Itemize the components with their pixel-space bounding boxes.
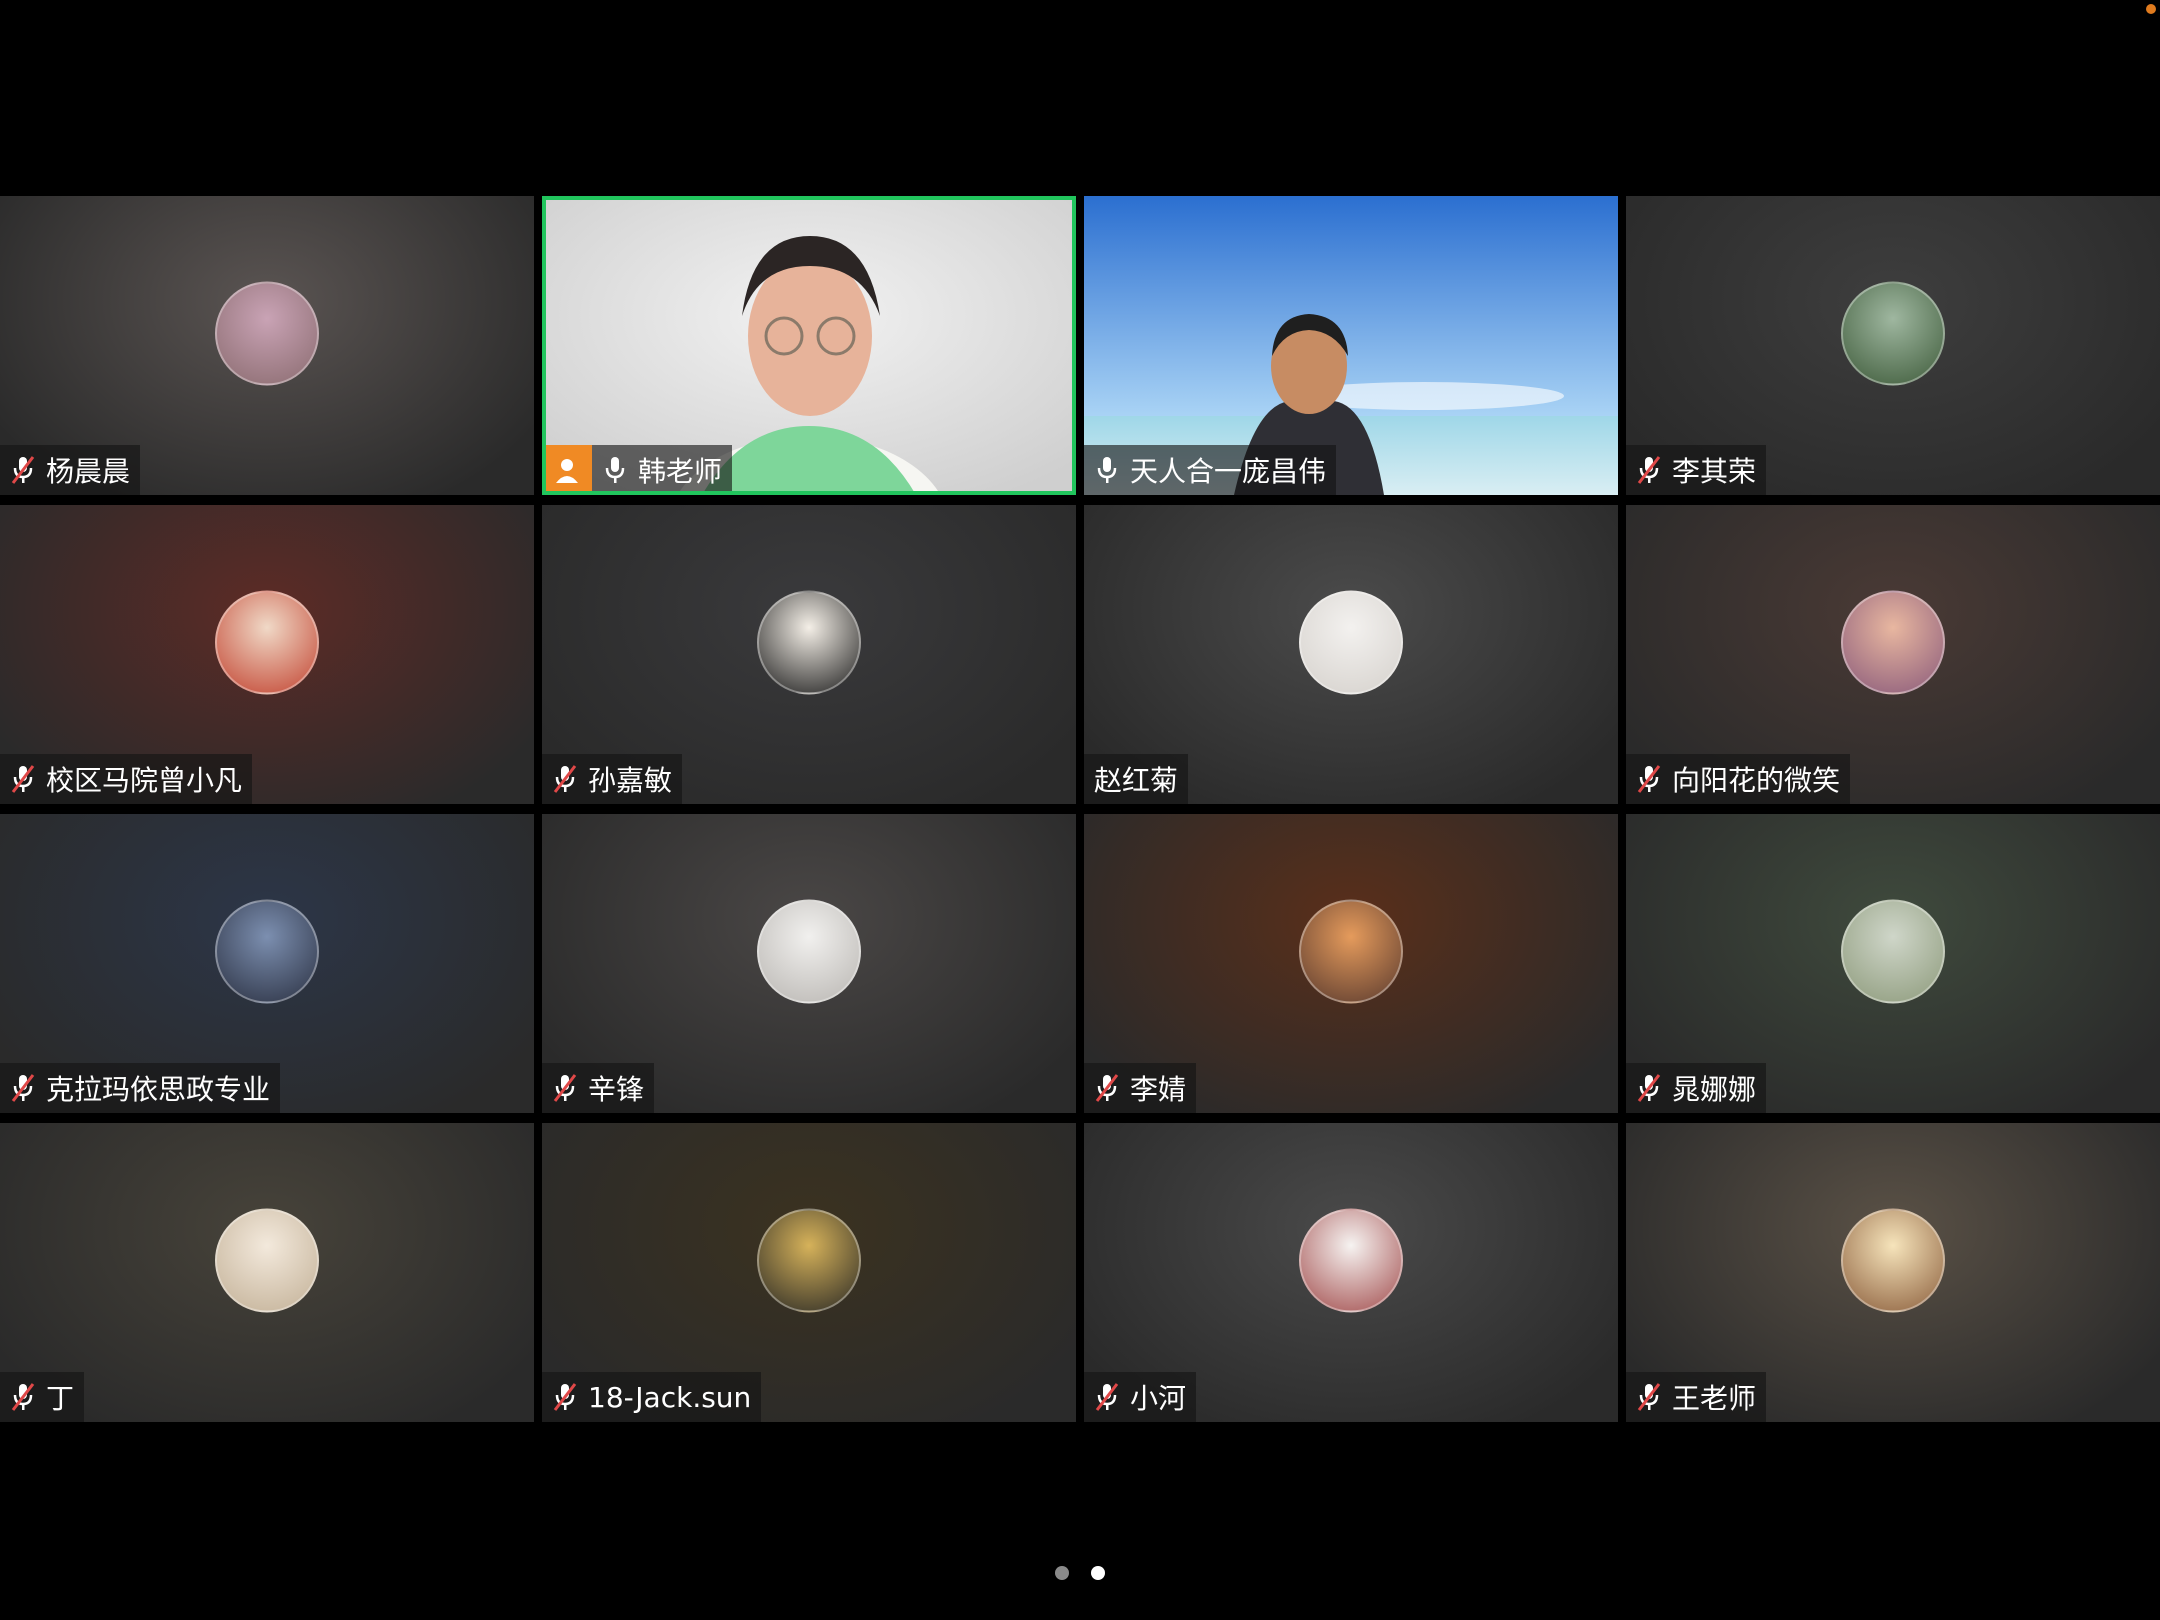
name-tag: 杨晨晨: [0, 445, 141, 495]
avatar: [215, 281, 319, 386]
participant-name: 向阳花的微笑: [1672, 764, 1841, 797]
participant-name: 克拉玛依思政专业: [46, 1073, 271, 1106]
participant-tile[interactable]: 18-Jack.sun: [542, 1123, 1076, 1422]
name-tag: 王老师: [1626, 1372, 1767, 1422]
participant-name: 李婧: [1130, 1073, 1187, 1106]
participant-tile[interactable]: 李其荣: [1626, 196, 2160, 495]
mic-muted-icon: [10, 455, 36, 485]
participant-tile-active-speaker[interactable]: 韩老师: [542, 196, 1076, 495]
page-dot-1[interactable]: [1055, 1566, 1069, 1580]
name-tag: 孙嘉敏: [542, 754, 683, 804]
page-indicator: [1055, 1566, 1105, 1580]
mic-muted-icon: [1636, 1382, 1662, 1412]
name-tag: 校区马院曾小凡: [0, 754, 253, 804]
participant-tile[interactable]: 晁娜娜: [1626, 814, 2160, 1113]
name-tag: 李婧: [1084, 1063, 1197, 1113]
name-tag: 向阳花的微笑: [1626, 754, 1851, 804]
avatar: [1841, 590, 1945, 695]
mic-muted-icon: [552, 1073, 578, 1103]
status-indicator-dot: [2146, 4, 2156, 14]
participant-tile[interactable]: 向阳花的微笑: [1626, 505, 2160, 804]
mic-muted-icon: [1094, 1382, 1120, 1412]
name-tag: 李其荣: [1626, 445, 1767, 495]
participant-tile-video[interactable]: 天人合一庞昌伟: [1084, 196, 1618, 495]
participant-name: 孙嘉敏: [588, 764, 673, 797]
mic-on-icon: [1094, 455, 1120, 485]
mic-muted-icon: [1636, 764, 1662, 794]
participant-tile[interactable]: 王老师: [1626, 1123, 2160, 1422]
mic-muted-icon: [552, 764, 578, 794]
participant-name: 小河: [1130, 1382, 1187, 1415]
page-dot-2-current[interactable]: [1091, 1566, 1105, 1580]
participant-name: 王老师: [1672, 1382, 1757, 1415]
name-tag: 晁娜娜: [1626, 1063, 1767, 1113]
mic-on-icon: [602, 455, 628, 485]
mic-muted-icon: [1636, 1073, 1662, 1103]
participant-name: 辛锋: [588, 1073, 645, 1106]
avatar: [1841, 1208, 1945, 1313]
name-tag: 天人合一庞昌伟: [1084, 445, 1337, 495]
mic-muted-icon: [10, 1073, 36, 1103]
host-icon: [542, 445, 592, 495]
avatar: [757, 1208, 861, 1313]
participant-name: 韩老师: [638, 455, 723, 488]
participant-name: 丁: [46, 1382, 75, 1415]
participant-tile[interactable]: 丁: [0, 1123, 534, 1422]
name-tag: 小河: [1084, 1372, 1197, 1422]
avatar: [215, 1208, 319, 1313]
participant-name: 天人合一庞昌伟: [1130, 455, 1327, 488]
avatar: [215, 899, 319, 1004]
participant-tile[interactable]: 李婧: [1084, 814, 1618, 1113]
name-tag: 克拉玛依思政专业: [0, 1063, 281, 1113]
avatar: [1841, 281, 1945, 386]
mic-muted-icon: [1094, 1073, 1120, 1103]
participant-name: 18-Jack.sun: [588, 1380, 752, 1414]
participant-tile[interactable]: 孙嘉敏: [542, 505, 1076, 804]
name-tag: 丁: [0, 1372, 85, 1422]
avatar: [1299, 590, 1403, 695]
avatar: [1841, 899, 1945, 1004]
avatar: [215, 590, 319, 695]
participant-name: 校区马院曾小凡: [46, 764, 243, 797]
participant-name: 杨晨晨: [46, 455, 131, 488]
mic-muted-icon: [10, 764, 36, 794]
avatar: [1299, 899, 1403, 1004]
participant-tile[interactable]: 小河: [1084, 1123, 1618, 1422]
name-tag: 18-Jack.sun: [542, 1372, 762, 1422]
avatar: [757, 590, 861, 695]
participant-name: 晁娜娜: [1672, 1073, 1757, 1106]
participant-tile[interactable]: 校区马院曾小凡: [0, 505, 534, 804]
name-tag: 辛锋: [542, 1063, 655, 1113]
mic-muted-icon: [10, 1382, 36, 1412]
name-tag: 韩老师: [542, 445, 733, 495]
name-tag: 赵红菊: [1084, 754, 1189, 804]
participant-tile[interactable]: 杨晨晨: [0, 196, 534, 495]
participant-name: 李其荣: [1672, 455, 1757, 488]
participant-grid: 杨晨晨 韩老师 天人合一庞昌伟 李其荣 校区马院曾小凡 孙嘉敏 赵红菊 向阳花的…: [0, 196, 2160, 1422]
avatar: [1299, 1208, 1403, 1313]
avatar: [757, 899, 861, 1004]
participant-name: 赵红菊: [1094, 764, 1179, 797]
mic-muted-icon: [552, 1382, 578, 1412]
mic-muted-icon: [1636, 455, 1662, 485]
participant-tile[interactable]: 赵红菊: [1084, 505, 1618, 804]
participant-tile[interactable]: 克拉玛依思政专业: [0, 814, 534, 1113]
participant-tile[interactable]: 辛锋: [542, 814, 1076, 1113]
